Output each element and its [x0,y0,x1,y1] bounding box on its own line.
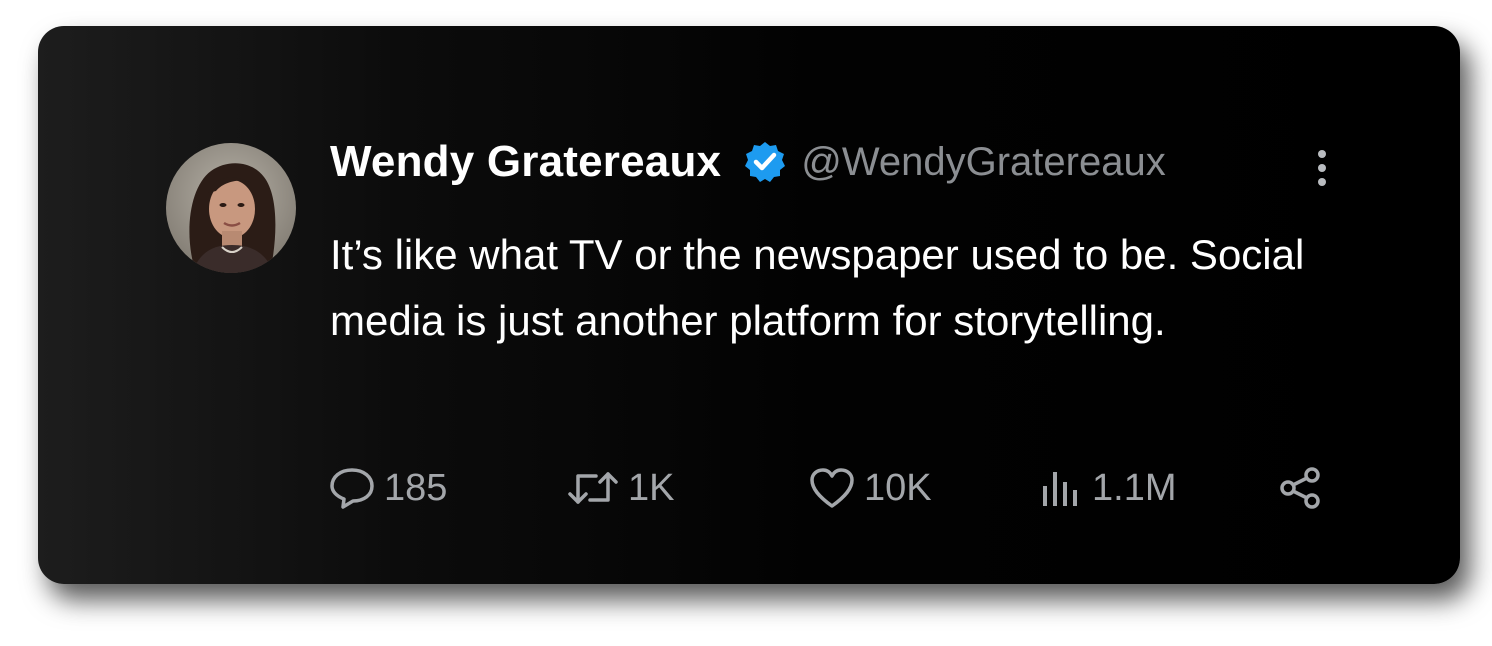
more-options-icon[interactable] [1315,149,1329,187]
reply-button[interactable]: 185 [328,462,447,514]
author-name[interactable]: Wendy Gratereaux [330,137,721,187]
avatar[interactable] [166,143,296,273]
like-button[interactable]: 10K [808,462,932,514]
retweet-count: 1K [628,466,675,509]
verified-badge-icon [743,140,787,184]
like-icon [808,466,856,510]
avatar-photo [166,143,296,273]
reply-icon [328,466,376,510]
views-count: 1.1M [1092,466,1177,509]
like-count: 10K [864,466,932,509]
retweet-button[interactable]: 1K [566,462,674,514]
tweet-card[interactable]: Wendy Gratereaux @WendyGratereaux It’s l… [38,26,1460,584]
retweet-icon [566,466,620,510]
stage: Wendy Gratereaux @WendyGratereaux It’s l… [0,0,1492,646]
author-handle[interactable]: @WendyGratereaux [801,140,1165,185]
action-bar: 185 1K 10K 1.1M [38,462,1460,514]
tweet-text: It’s like what TV or the newspaper used … [330,231,1305,344]
views-button[interactable]: 1.1M [1040,462,1176,514]
tweet-header: Wendy Gratereaux @WendyGratereaux [330,134,1166,190]
views-icon [1040,466,1084,510]
share-button[interactable] [1278,462,1324,514]
reply-count: 185 [384,466,448,509]
share-icon [1278,466,1324,510]
